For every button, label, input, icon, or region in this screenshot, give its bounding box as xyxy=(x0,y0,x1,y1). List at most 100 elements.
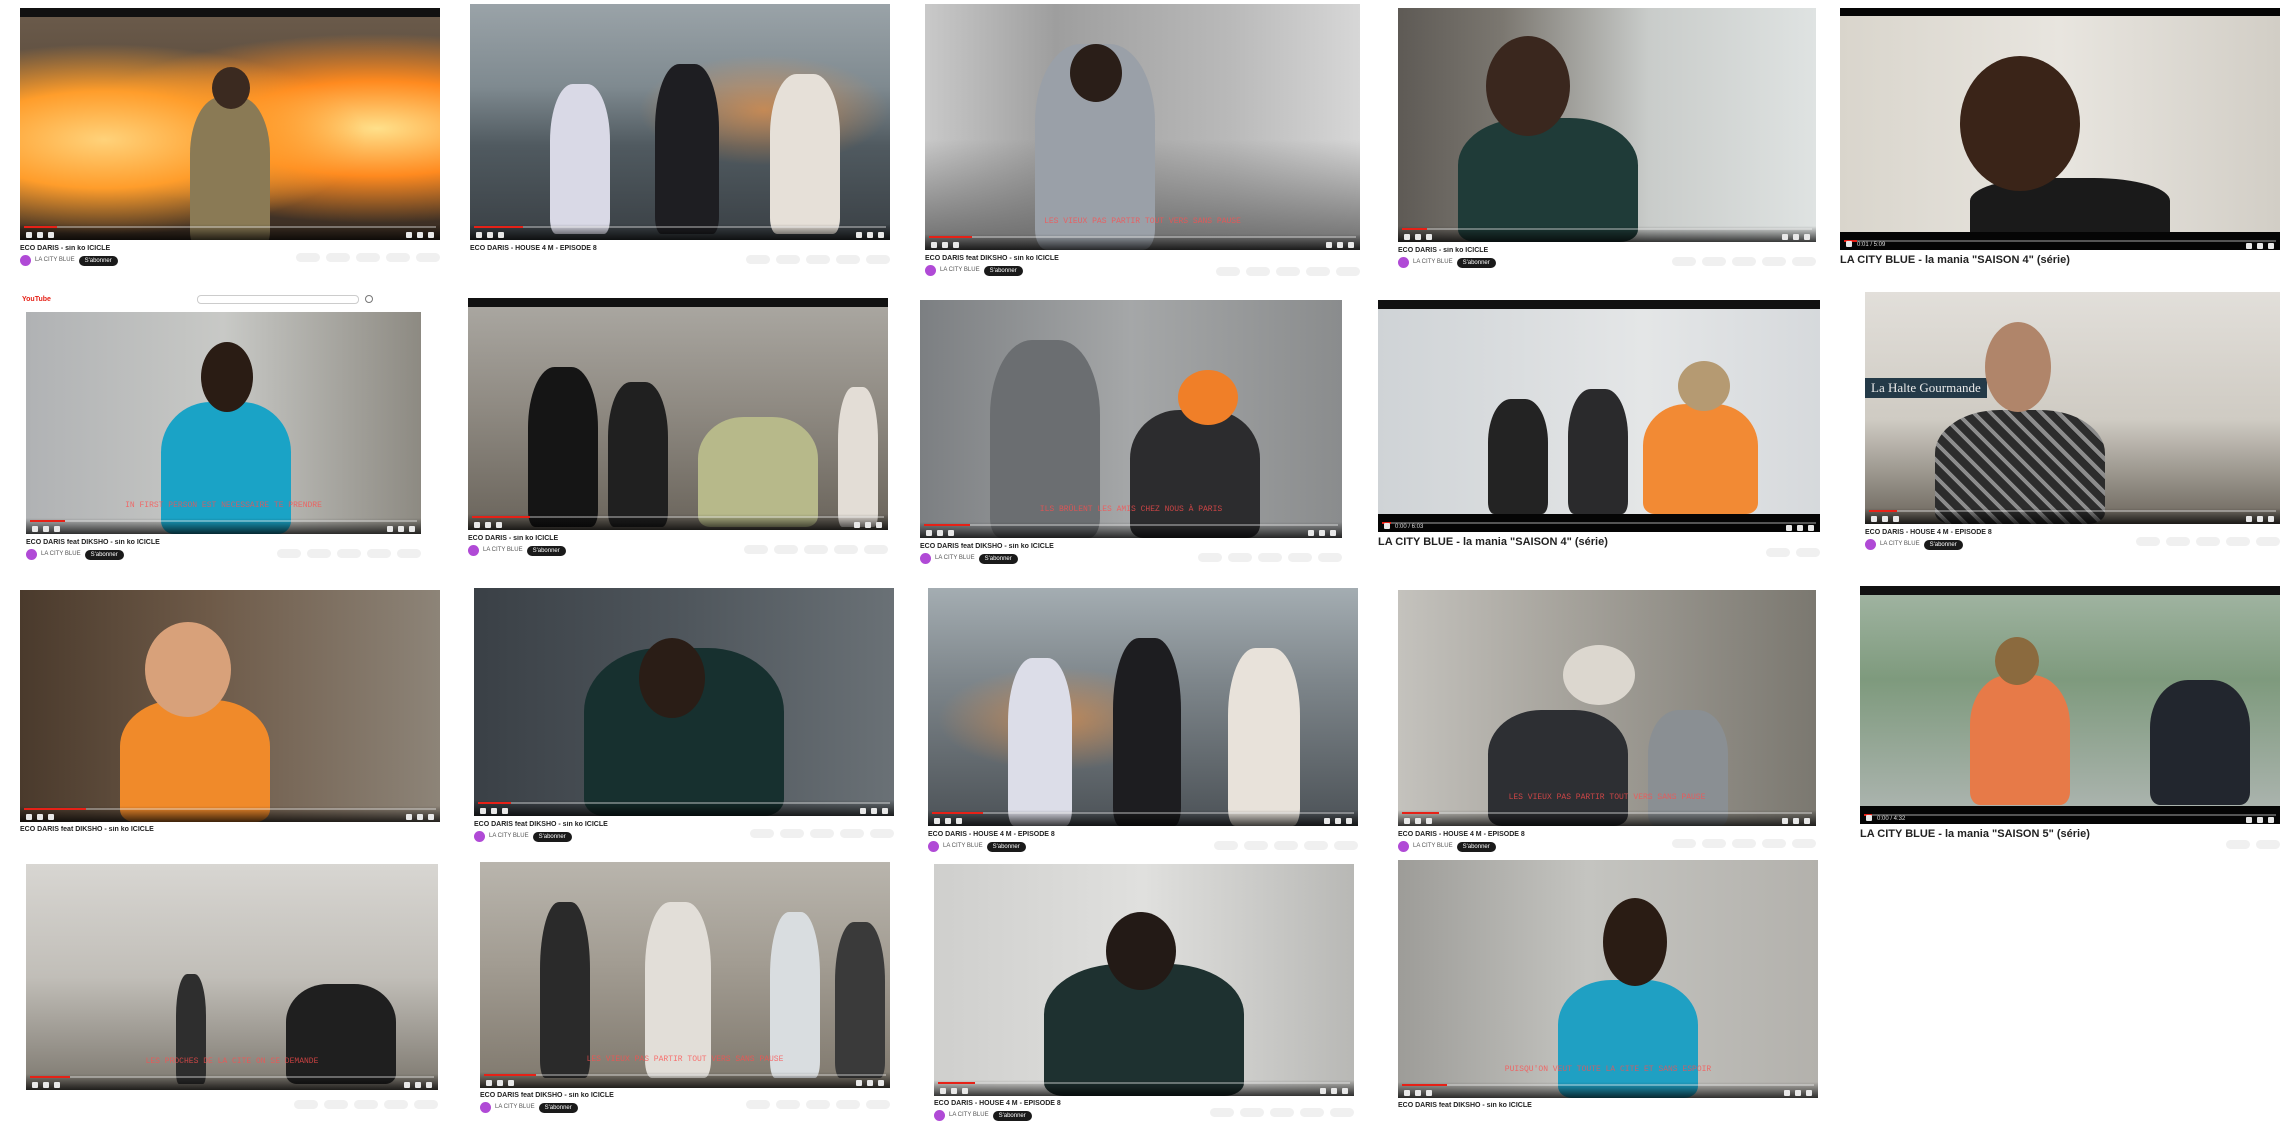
settings-icon[interactable] xyxy=(417,232,423,238)
subtitles-icon[interactable] xyxy=(406,232,412,238)
play-icon[interactable] xyxy=(1384,523,1390,529)
video-thumbnail[interactable] xyxy=(934,864,1354,1096)
player-controls[interactable] xyxy=(474,800,894,816)
channel-avatar[interactable] xyxy=(20,255,31,266)
player-controls[interactable] xyxy=(928,810,1358,826)
player-controls[interactable] xyxy=(20,224,440,240)
video-title[interactable]: ECO DARIS feat DIKSHO - sin ko ICICLE xyxy=(480,1092,890,1099)
play-icon[interactable] xyxy=(26,232,32,238)
subscribe-button[interactable]: S'abonner xyxy=(526,545,566,556)
video-card[interactable]: LES VIEUX PAS PARTIR TOUT VERS SANS PAUS… xyxy=(1398,590,1816,860)
player-controls[interactable]: 0:00 / 6:03 xyxy=(1378,514,1820,532)
video-thumbnail[interactable]: La Halte Gourmande xyxy=(1865,292,2280,524)
video-card[interactable]: LES VIEUX PAS PARTIR TOUT VERS SANS PAUS… xyxy=(925,4,1360,282)
subscribe-button[interactable]: S'abonner xyxy=(532,831,572,842)
channel-name[interactable]: LA CITY BLUE xyxy=(41,551,81,558)
video-card[interactable]: ECO DARIS - sin ko ICICLE LA CITY BLUE S'… xyxy=(468,298,888,566)
video-title[interactable]: ECO DARIS - HOUSE 4 M - EPISODE 8 xyxy=(934,1100,1354,1107)
video-thumbnail[interactable] xyxy=(474,588,894,816)
youtube-logo[interactable]: YouTube xyxy=(22,296,51,303)
video-card[interactable]: ECO DARIS feat DIKSHO - sin ko ICICLE LA… xyxy=(474,588,894,852)
video-thumbnail[interactable]: LES VIEUX PAS PARTIR TOUT VERS SANS PAUS… xyxy=(925,4,1360,250)
subscribe-button[interactable]: S'abonner xyxy=(84,549,124,560)
player-controls[interactable]: 0:00 / 4:32 xyxy=(1860,806,2280,824)
player-controls[interactable]: 0:01 / 5:09 xyxy=(1840,232,2280,250)
player-controls[interactable] xyxy=(480,1072,890,1088)
channel-name[interactable]: LA CITY BLUE xyxy=(1880,541,1920,548)
player-controls[interactable] xyxy=(1398,226,1816,242)
video-card[interactable]: LES PROCHES DE LA CITÉ ON SE DEMANDE xyxy=(26,864,438,1116)
subscribe-button[interactable]: S'abonner xyxy=(983,265,1023,276)
next-icon[interactable] xyxy=(37,232,43,238)
video-card[interactable]: ECO DARIS - sin ko ICICLE LA CITY BLUE S'… xyxy=(20,8,440,280)
like-button[interactable] xyxy=(296,253,320,262)
player-controls[interactable] xyxy=(26,1074,438,1090)
player-controls[interactable] xyxy=(920,522,1342,538)
player-controls[interactable] xyxy=(20,806,440,822)
player-controls[interactable] xyxy=(1865,508,2280,524)
video-thumbnail[interactable] xyxy=(1398,8,1816,242)
video-card[interactable]: La Halte Gourmande ECO DARIS - HOUSE 4 M… xyxy=(1865,292,2280,564)
video-card[interactable]: IN FIRST PERSON EST NÉCESSAIRE TE PRENDR… xyxy=(26,312,421,572)
video-thumbnail[interactable]: LES VIEUX PAS PARTIR TOUT VERS SANS PAUS… xyxy=(480,862,890,1088)
video-thumbnail[interactable]: ILS BRÛLENT LES AMIS CHEZ NOUS À PARIS xyxy=(920,300,1342,538)
video-title[interactable]: ECO DARIS feat DIKSHO - sin ko ICICLE xyxy=(20,826,440,833)
channel-name[interactable]: LA CITY BLUE xyxy=(1413,259,1453,266)
search-input[interactable] xyxy=(196,294,359,304)
player-controls[interactable] xyxy=(925,234,1360,250)
video-card[interactable]: LES VIEUX PAS PARTIR TOUT VERS SANS PAUS… xyxy=(480,862,890,1122)
channel-name[interactable]: LA CITY BLUE xyxy=(940,267,980,274)
channel-name[interactable]: LA CITY BLUE xyxy=(483,547,523,554)
subscribe-button[interactable]: S'abonner xyxy=(978,553,1018,564)
subscribe-button[interactable]: S'abonner xyxy=(538,1102,578,1113)
channel-name[interactable]: LA CITY BLUE xyxy=(495,1104,535,1111)
video-card[interactable]: ECO DARIS - HOUSE 4 M - EPISODE 8 xyxy=(470,4,890,276)
player-controls[interactable] xyxy=(26,518,421,534)
video-card[interactable]: ECO DARIS - HOUSE 4 M - EPISODE 8 LA CIT… xyxy=(928,588,1358,858)
video-title[interactable]: ECO DARIS - HOUSE 4 M - EPISODE 8 xyxy=(470,245,890,252)
video-card[interactable]: ECO DARIS - sin ko ICICLE LA CITY BLUE S'… xyxy=(1398,8,1816,278)
video-thumbnail[interactable] xyxy=(470,4,890,240)
player-controls[interactable] xyxy=(1398,810,1816,826)
video-card[interactable]: 0:00 / 4:32 LA CITY BLUE - la mania "SAI… xyxy=(1860,586,2280,866)
play-icon[interactable] xyxy=(1846,241,1852,247)
video-thumbnail[interactable]: PUISQU'ON VEUT TOUTE LA CITÉ ET SANS ESP… xyxy=(1398,860,1818,1098)
video-title[interactable]: ECO DARIS feat DIKSHO - sin ko ICICLE xyxy=(925,255,1360,262)
channel-name[interactable]: LA CITY BLUE xyxy=(943,843,983,850)
video-thumbnail[interactable]: LES PROCHES DE LA CITÉ ON SE DEMANDE xyxy=(26,864,438,1090)
subscribe-button[interactable]: S'abonner xyxy=(992,1110,1032,1121)
video-thumbnail[interactable] xyxy=(928,588,1358,826)
video-title[interactable]: LA CITY BLUE - la mania "SAISON 5" (séri… xyxy=(1860,828,2280,840)
share-button[interactable] xyxy=(356,253,380,262)
channel-name[interactable]: LA CITY BLUE xyxy=(1413,843,1453,850)
video-card[interactable]: ECO DARIS feat DIKSHO - sin ko ICICLE xyxy=(20,590,440,840)
player-controls[interactable] xyxy=(1398,1082,1818,1098)
subscribe-button[interactable]: S'abonner xyxy=(1923,539,1963,550)
search-icon[interactable] xyxy=(364,295,373,303)
video-title[interactable]: ECO DARIS - HOUSE 4 M - EPISODE 8 xyxy=(1865,529,2280,536)
subscribe-button[interactable]: S'abonner xyxy=(986,841,1026,852)
channel-name[interactable]: LA CITY BLUE xyxy=(949,1112,989,1119)
video-title[interactable]: ECO DARIS feat DIKSHO - sin ko ICICLE xyxy=(26,539,421,546)
more-button[interactable] xyxy=(416,253,440,262)
video-thumbnail[interactable] xyxy=(20,8,440,240)
player-controls[interactable] xyxy=(468,514,888,530)
video-thumbnail[interactable] xyxy=(468,298,888,530)
video-title[interactable]: ECO DARIS - sin ko ICICLE xyxy=(20,245,440,252)
video-title[interactable]: ECO DARIS feat DIKSHO - sin ko ICICLE xyxy=(920,543,1342,550)
video-thumbnail[interactable]: LES VIEUX PAS PARTIR TOUT VERS SANS PAUS… xyxy=(1398,590,1816,826)
video-title[interactable]: ECO DARIS - HOUSE 4 M - EPISODE 8 xyxy=(1398,831,1816,838)
video-title[interactable]: ECO DARIS - sin ko ICICLE xyxy=(468,535,888,542)
volume-icon[interactable] xyxy=(48,232,54,238)
video-card[interactable]: 0:00 / 6:03 LA CITY BLUE - la mania "SAI… xyxy=(1378,300,1820,572)
video-title[interactable]: ECO DARIS feat DIKSHO - sin ko ICICLE xyxy=(1398,1102,1818,1109)
video-thumbnail[interactable]: 0:01 / 5:09 xyxy=(1840,8,2280,250)
video-thumbnail[interactable]: IN FIRST PERSON EST NÉCESSAIRE TE PRENDR… xyxy=(26,312,421,534)
dislike-button[interactable] xyxy=(326,253,350,262)
player-controls[interactable] xyxy=(470,224,890,240)
video-title[interactable]: ECO DARIS - sin ko ICICLE xyxy=(1398,247,1816,254)
player-controls[interactable] xyxy=(934,1080,1354,1096)
fullscreen-icon[interactable] xyxy=(428,232,434,238)
video-card[interactable]: 0:01 / 5:09 LA CITY BLUE - la mania "SAI… xyxy=(1840,8,2280,270)
video-card[interactable]: PUISQU'ON VEUT TOUTE LA CITÉ ET SANS ESP… xyxy=(1398,860,1818,1118)
